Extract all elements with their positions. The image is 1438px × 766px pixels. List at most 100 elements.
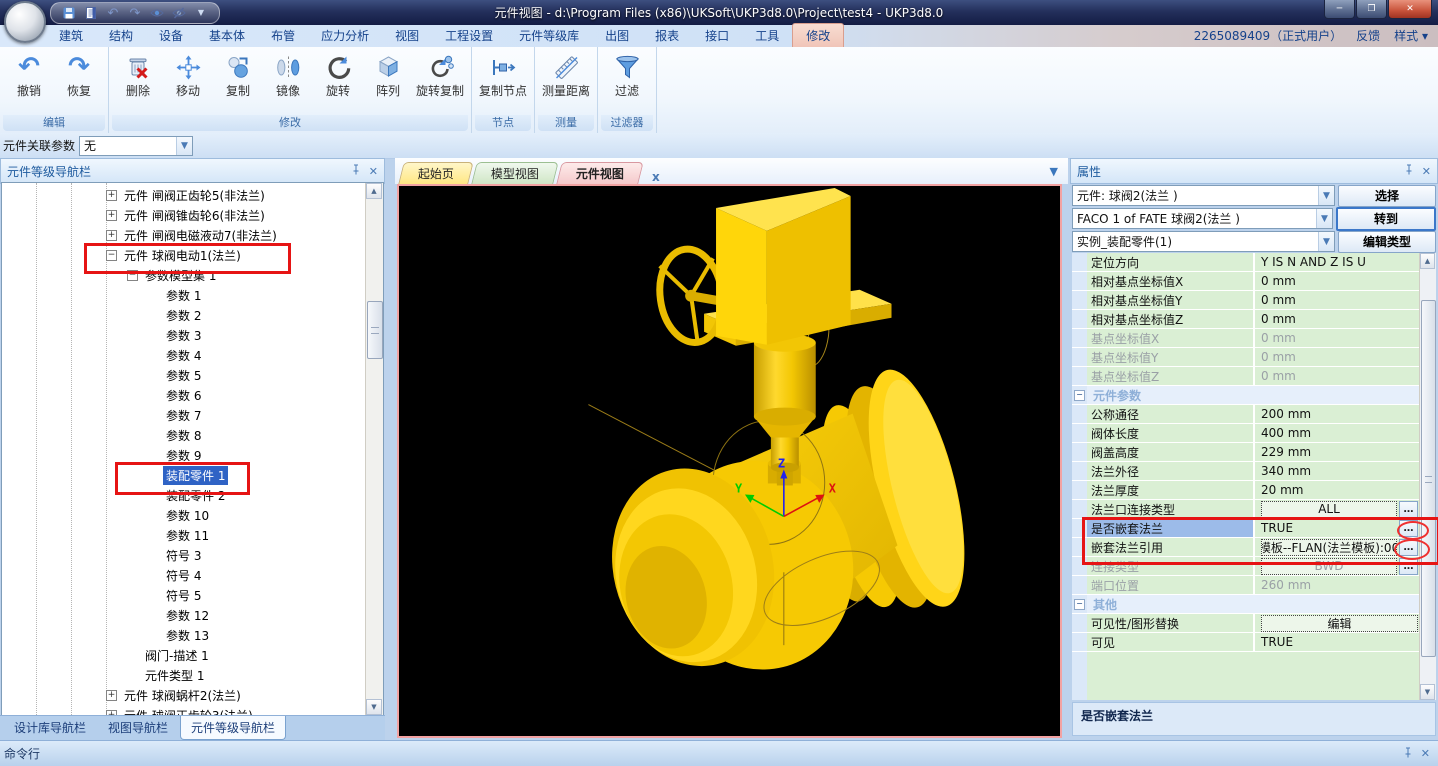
property-row[interactable]: 相对基点坐标值Z0 mm [1072, 310, 1420, 329]
save-icon[interactable] [61, 5, 77, 21]
tree-item[interactable]: 阀门-描述 1 [2, 645, 365, 665]
command-line-bar[interactable]: 命令行 ✕ [0, 740, 1438, 766]
property-row[interactable]: 相对基点坐标值X0 mm [1072, 272, 1420, 291]
menu-tab-结构[interactable]: 结构 [96, 24, 146, 47]
menu-tab-基本体[interactable]: 基本体 [196, 24, 258, 47]
ellipsis-button[interactable]: … [1399, 558, 1418, 575]
minimize-button[interactable]: ─ [1324, 0, 1355, 19]
tree-item[interactable]: +元件 闸阀锥齿轮6(非法兰) [2, 205, 365, 225]
property-value[interactable]: 0 mm [1253, 272, 1420, 290]
menu-tab-出图[interactable]: 出图 [592, 24, 642, 47]
document-icon[interactable] [83, 5, 99, 21]
property-row[interactable]: 端口位置260 mm [1072, 576, 1420, 595]
tree-item-label[interactable]: 参数 9 [163, 446, 204, 465]
tree-item-label[interactable]: 符号 4 [163, 566, 204, 585]
property-label[interactable]: 相对基点坐标值Y [1087, 291, 1253, 309]
navigator-tab-设计库导航栏[interactable]: 设计库导航栏 [4, 716, 96, 739]
tree-item-label[interactable]: 参数 4 [163, 346, 204, 365]
property-value[interactable]: ALL… [1253, 500, 1420, 518]
3d-viewport[interactable]: Z Y X [397, 184, 1062, 738]
property-label[interactable]: 定位方向 [1087, 253, 1253, 271]
property-section-其他[interactable]: −其他 [1072, 595, 1420, 614]
collapse-icon[interactable]: − [1074, 599, 1085, 610]
param-combo[interactable]: 无 ▼ [79, 136, 193, 156]
property-row[interactable]: 基点坐标值Z0 mm [1072, 367, 1420, 386]
collapse-icon[interactable]: − [106, 250, 117, 261]
复制节点-button[interactable]: 复制节点 [476, 51, 530, 101]
maximize-button[interactable]: ❐ [1356, 0, 1387, 19]
menu-tab-布管[interactable]: 布管 [258, 24, 308, 47]
close-icon[interactable]: ✕ [1421, 747, 1430, 760]
property-value-button[interactable]: BWD [1261, 558, 1397, 575]
tree-item-label[interactable]: 装配零件 2 [163, 486, 228, 505]
menu-tab-接口[interactable]: 接口 [692, 24, 742, 47]
pin-icon[interactable] [351, 164, 361, 178]
property-label[interactable]: 嵌套法兰引用 [1087, 538, 1253, 556]
expand-icon[interactable]: + [106, 210, 117, 221]
chevron-down-icon[interactable]: ▼ [1318, 186, 1334, 205]
tree-item-label[interactable]: 阀门-描述 1 [142, 646, 212, 665]
property-label[interactable]: 相对基点坐标值X [1087, 272, 1253, 290]
property-value[interactable]: 200 mm [1253, 405, 1420, 423]
property-label[interactable]: 连接类型 [1087, 557, 1253, 575]
tree-item-label[interactable]: 装配零件 1 [163, 466, 228, 485]
property-label[interactable]: 可见性/图形替换 [1087, 614, 1253, 632]
close-icon[interactable]: ✕ [1422, 165, 1431, 178]
复制-button[interactable]: 复制 [213, 51, 263, 101]
scroll-up-button[interactable]: ▲ [1420, 253, 1435, 269]
撤销-button[interactable]: ↶撤销 [4, 51, 54, 101]
pin-icon[interactable] [1404, 164, 1414, 178]
document-tab-起始页[interactable]: 起始页 [398, 162, 474, 184]
tree-item-label[interactable]: 符号 3 [163, 546, 204, 565]
tree-item-label[interactable]: 参数 11 [163, 526, 212, 545]
feedback-link[interactable]: 反馈 [1356, 27, 1380, 44]
collapse-icon[interactable]: − [127, 270, 138, 281]
ellipsis-button[interactable]: … [1399, 520, 1418, 537]
property-label[interactable]: 基点坐标值Z [1087, 367, 1253, 385]
property-row[interactable]: 是否嵌套法兰TRUE… [1072, 519, 1420, 538]
tree-item[interactable]: 参数 7 [2, 405, 365, 425]
tree-item-label[interactable]: 元件 闸阀电磁液动7(非法兰) [121, 226, 280, 245]
property-label[interactable]: 可见 [1087, 633, 1253, 651]
tree-item-label[interactable]: 参数 8 [163, 426, 204, 445]
property-value[interactable]: 0 mm [1253, 310, 1420, 328]
property-row[interactable]: 连接类型 BWD… [1072, 557, 1420, 576]
tree-item[interactable]: 参数 13 [2, 625, 365, 645]
menu-tab-修改[interactable]: 修改 [792, 23, 844, 47]
旋转复制-button[interactable]: 旋转复制 [413, 51, 467, 101]
tree-item-label[interactable]: 参数 5 [163, 366, 204, 385]
tree-item-label[interactable]: 元件类型 1 [142, 666, 207, 685]
tree-item[interactable]: 装配零件 1 [2, 465, 365, 485]
ellipsis-button[interactable]: … [1399, 501, 1418, 518]
property-value[interactable]: 0 mm [1253, 348, 1420, 366]
过滤-button[interactable]: 过滤 [602, 51, 652, 101]
tree-item[interactable]: 装配零件 2 [2, 485, 365, 505]
property-label[interactable]: 法兰厚度 [1087, 481, 1253, 499]
tree-item[interactable]: 参数 8 [2, 425, 365, 445]
property-value-button[interactable]: ALL [1261, 501, 1397, 518]
close-icon[interactable]: ✕ [369, 165, 378, 178]
tree-item[interactable]: 参数 9 [2, 445, 365, 465]
property-value[interactable]: 260 mm [1253, 576, 1420, 594]
component-selector-combo[interactable]: 元件: 球阀2(法兰 ) ▼ [1072, 185, 1335, 206]
property-value[interactable]: 400 mm [1253, 424, 1420, 442]
property-label[interactable]: 法兰口连接类型 [1087, 500, 1253, 518]
property-label[interactable]: 法兰外径 [1087, 462, 1253, 480]
property-row[interactable]: 基点坐标值X0 mm [1072, 329, 1420, 348]
ellipsis-button[interactable]: … [1399, 539, 1418, 556]
tree-scrollbar[interactable]: ▲ ▼ [365, 183, 383, 715]
scrollbar-thumb[interactable] [1421, 300, 1436, 657]
close-button[interactable]: ✕ [1388, 0, 1432, 19]
property-row[interactable]: 公称通径200 mm [1072, 405, 1420, 424]
chevron-down-icon[interactable]: ▼ [176, 137, 192, 155]
property-value[interactable]: 模板--FLAN(法兰模板):00… [1253, 538, 1420, 556]
menu-tab-工具[interactable]: 工具 [742, 24, 792, 47]
collapse-icon[interactable]: − [1074, 390, 1085, 401]
tree-item[interactable]: 符号 3 [2, 545, 365, 565]
tree-item-label[interactable]: 参数 6 [163, 386, 204, 405]
property-value[interactable]: 340 mm [1253, 462, 1420, 480]
tab-close-icon[interactable]: x [652, 170, 660, 184]
property-label[interactable]: 端口位置 [1087, 576, 1253, 594]
navigator-tab-元件等级导航栏[interactable]: 元件等级导航栏 [180, 716, 286, 740]
移动-button[interactable]: 移动 [163, 51, 213, 101]
